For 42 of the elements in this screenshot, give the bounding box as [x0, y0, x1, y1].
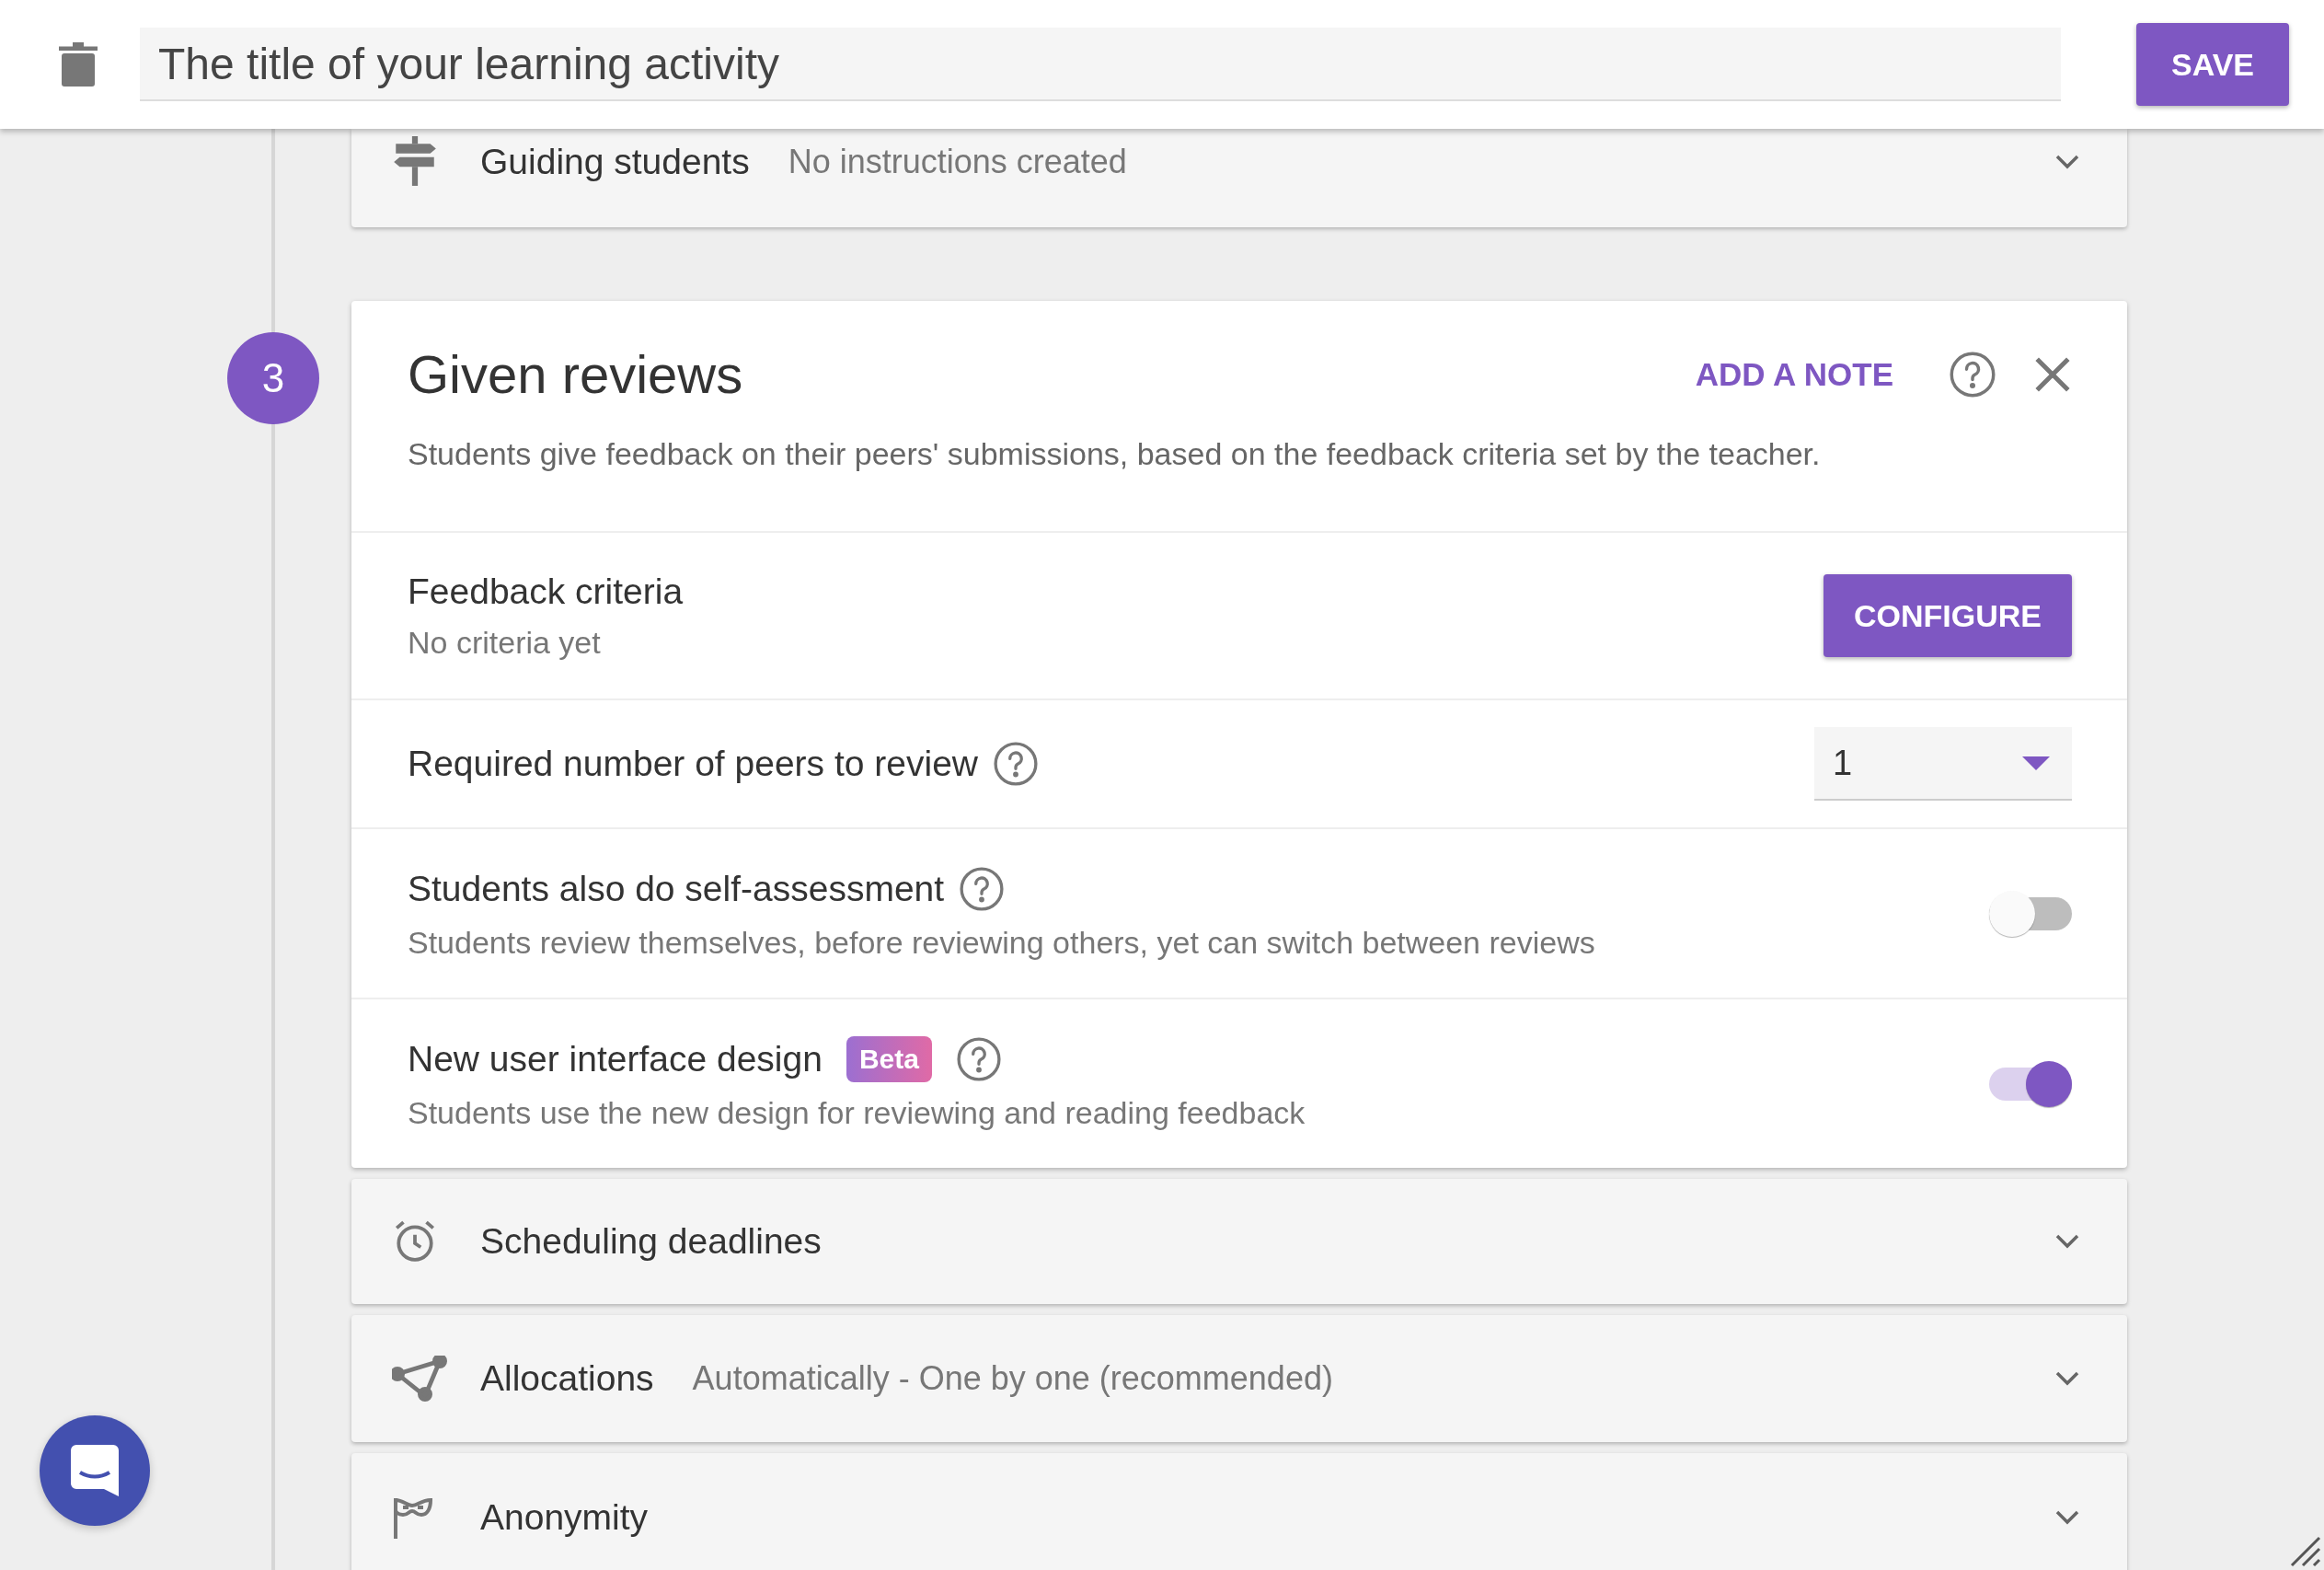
section-title: Allocations [480, 1358, 654, 1399]
toggle-switch[interactable] [1989, 1059, 2072, 1108]
triangle-nodes-icon [392, 1356, 447, 1402]
section-card[interactable]: Scheduling deadlines [351, 1179, 2127, 1304]
setting-label: Feedback criteria [408, 571, 684, 612]
add-note-link[interactable]: ADD A NOTE [1695, 355, 1893, 393]
title-input[interactable]: The title of your learning activity [140, 28, 2061, 101]
section-description: Students give feedback on their peers' submissions, based on the feedback criteria set by the teacher. [408, 436, 1822, 472]
chat-smile-icon [71, 1445, 119, 1496]
chat-button[interactable] [40, 1415, 150, 1526]
help-icon[interactable] [955, 1036, 1002, 1082]
setting-label: Required number of peers to review [408, 744, 978, 784]
toggle-switch[interactable] [1989, 889, 2072, 938]
configure-button[interactable]: CONFIGURE [1824, 574, 2072, 657]
step-number: 3 [227, 332, 319, 424]
save-button[interactable]: SAVE [2136, 23, 2289, 106]
section-title: Anonymity [480, 1497, 649, 1538]
section-card[interactable]: Anonymity [351, 1453, 2127, 1570]
trash-icon[interactable] [59, 42, 98, 87]
section-card[interactable]: Allocations Automatically - One by one (recommended) [351, 1315, 2127, 1442]
help-icon[interactable] [959, 866, 1006, 912]
help-icon[interactable] [1949, 350, 1996, 398]
beta-badge: Beta [846, 1036, 932, 1082]
section-title: Given reviews [408, 343, 744, 405]
section-title: Guiding students [480, 141, 750, 182]
setting-hint: No criteria yet [408, 624, 602, 661]
signpost-icon [392, 135, 438, 188]
resize-grip-icon[interactable] [2289, 1535, 2322, 1568]
setting-hint: Students review themselves, before reviewing others, yet can switch between reviews [408, 925, 1596, 961]
setting-hint: Students use the new design for reviewing and reading feedback [408, 1095, 1306, 1131]
dropdown-arrow-icon [2022, 756, 2050, 770]
section-card[interactable]: Guiding students No instructions created [351, 129, 2127, 227]
chevron-down-icon[interactable] [2054, 1369, 2081, 1388]
section-summary: No instructions created [788, 142, 1128, 181]
chevron-down-icon[interactable] [2054, 1232, 2081, 1251]
section-title: Scheduling deadlines [480, 1221, 822, 1262]
chevron-down-icon[interactable] [2054, 1508, 2081, 1527]
setting-label: Students also do self-assessment [408, 869, 945, 909]
peers-dropdown[interactable]: 1 [1814, 727, 2072, 801]
section-summary: Automatically - One by one (recommended) [692, 1359, 1334, 1398]
setting-label: New user interface design [408, 1039, 823, 1079]
help-icon[interactable] [993, 741, 1039, 787]
